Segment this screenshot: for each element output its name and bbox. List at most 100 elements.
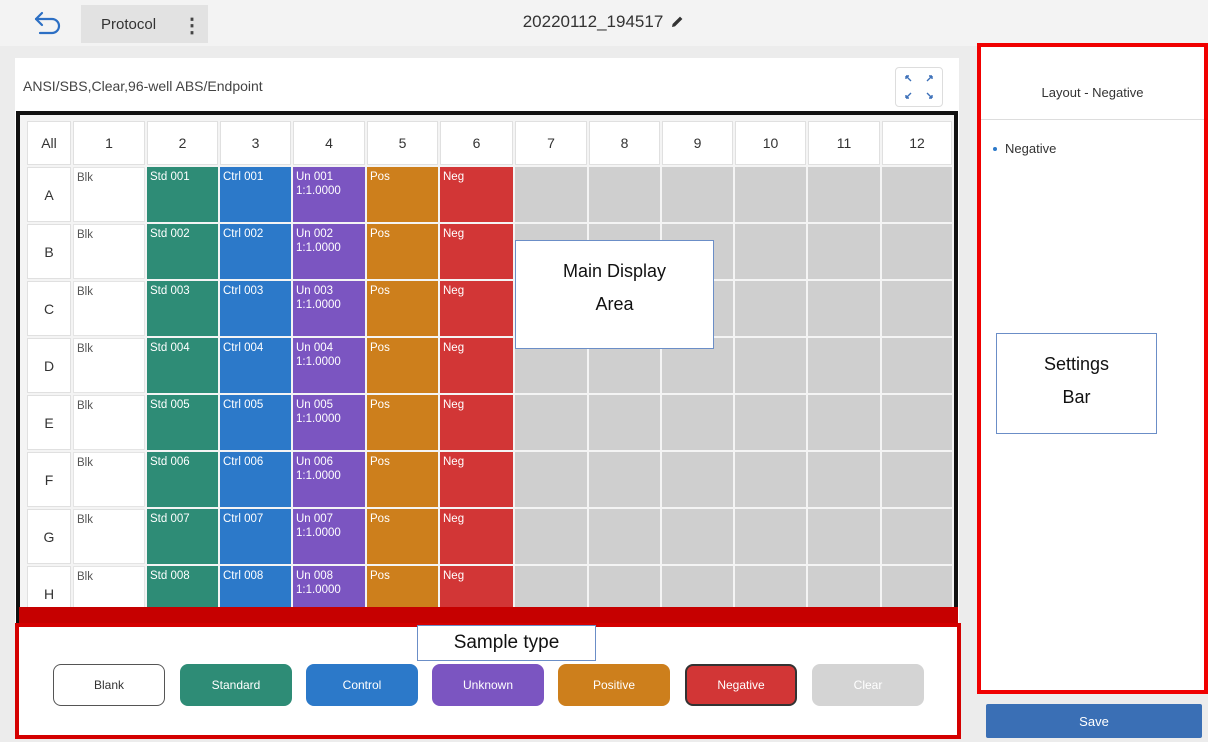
well-C10[interactable]	[735, 281, 806, 336]
well-G10[interactable]	[735, 509, 806, 564]
well-E12[interactable]	[882, 395, 952, 450]
row-header-C[interactable]: C	[27, 281, 71, 336]
column-header-7[interactable]: 7	[515, 121, 587, 165]
well-E1[interactable]: Blk	[73, 395, 145, 450]
save-button[interactable]: Save	[986, 704, 1202, 738]
row-header-A[interactable]: A	[27, 167, 71, 222]
well-E7[interactable]	[515, 395, 587, 450]
column-header-9[interactable]: 9	[662, 121, 733, 165]
well-B2[interactable]: Std 002	[147, 224, 218, 279]
well-F10[interactable]	[735, 452, 806, 507]
well-C11[interactable]	[808, 281, 880, 336]
well-G9[interactable]	[662, 509, 733, 564]
row-header-D[interactable]: D	[27, 338, 71, 393]
column-header-2[interactable]: 2	[147, 121, 218, 165]
well-F4[interactable]: Un 006 1:1.0000	[293, 452, 365, 507]
well-G4[interactable]: Un 007 1:1.0000	[293, 509, 365, 564]
well-F12[interactable]	[882, 452, 952, 507]
well-A5[interactable]: Pos	[367, 167, 438, 222]
well-D2[interactable]: Std 004	[147, 338, 218, 393]
well-D11[interactable]	[808, 338, 880, 393]
well-B10[interactable]	[735, 224, 806, 279]
well-C12[interactable]	[882, 281, 952, 336]
well-D3[interactable]: Ctrl 004	[220, 338, 291, 393]
column-header-5[interactable]: 5	[367, 121, 438, 165]
well-B11[interactable]	[808, 224, 880, 279]
well-E4[interactable]: Un 005 1:1.0000	[293, 395, 365, 450]
well-B1[interactable]: Blk	[73, 224, 145, 279]
well-A6[interactable]: Neg	[440, 167, 513, 222]
well-B12[interactable]	[882, 224, 952, 279]
well-D5[interactable]: Pos	[367, 338, 438, 393]
well-F8[interactable]	[589, 452, 660, 507]
well-G2[interactable]: Std 007	[147, 509, 218, 564]
well-A1[interactable]: Blk	[73, 167, 145, 222]
column-header-1[interactable]: 1	[73, 121, 145, 165]
column-header-8[interactable]: 8	[589, 121, 660, 165]
well-B5[interactable]: Pos	[367, 224, 438, 279]
well-F5[interactable]: Pos	[367, 452, 438, 507]
experiment-name-edit[interactable]: 20220112_194517	[523, 12, 686, 32]
row-header-G[interactable]: G	[27, 509, 71, 564]
well-G7[interactable]	[515, 509, 587, 564]
well-C3[interactable]: Ctrl 003	[220, 281, 291, 336]
well-E5[interactable]: Pos	[367, 395, 438, 450]
well-F1[interactable]: Blk	[73, 452, 145, 507]
well-F3[interactable]: Ctrl 006	[220, 452, 291, 507]
well-B6[interactable]: Neg	[440, 224, 513, 279]
well-A3[interactable]: Ctrl 001	[220, 167, 291, 222]
row-header-E[interactable]: E	[27, 395, 71, 450]
well-G1[interactable]: Blk	[73, 509, 145, 564]
column-header-3[interactable]: 3	[220, 121, 291, 165]
well-A12[interactable]	[882, 167, 952, 222]
well-G12[interactable]	[882, 509, 952, 564]
expand-button[interactable]	[895, 67, 943, 107]
positive-type-button[interactable]: Positive	[558, 664, 670, 706]
column-header-6[interactable]: 6	[440, 121, 513, 165]
well-G3[interactable]: Ctrl 007	[220, 509, 291, 564]
control-type-button[interactable]: Control	[306, 664, 418, 706]
well-A8[interactable]	[589, 167, 660, 222]
well-A7[interactable]	[515, 167, 587, 222]
well-A2[interactable]: Std 001	[147, 167, 218, 222]
well-E3[interactable]: Ctrl 005	[220, 395, 291, 450]
well-F6[interactable]: Neg	[440, 452, 513, 507]
well-E10[interactable]	[735, 395, 806, 450]
well-C6[interactable]: Neg	[440, 281, 513, 336]
well-F9[interactable]	[662, 452, 733, 507]
well-D4[interactable]: Un 004 1:1.0000	[293, 338, 365, 393]
well-A4[interactable]: Un 001 1:1.0000	[293, 167, 365, 222]
standard-type-button[interactable]: Standard	[180, 664, 292, 706]
well-G5[interactable]: Pos	[367, 509, 438, 564]
negative-type-button[interactable]: Negative	[685, 664, 797, 706]
well-E9[interactable]	[662, 395, 733, 450]
settings-item-negative[interactable]: Negative	[993, 141, 1056, 156]
column-header-11[interactable]: 11	[808, 121, 880, 165]
well-B3[interactable]: Ctrl 002	[220, 224, 291, 279]
well-G8[interactable]	[589, 509, 660, 564]
well-F2[interactable]: Std 006	[147, 452, 218, 507]
well-F11[interactable]	[808, 452, 880, 507]
well-G6[interactable]: Neg	[440, 509, 513, 564]
well-C1[interactable]: Blk	[73, 281, 145, 336]
unknown-type-button[interactable]: Unknown	[432, 664, 544, 706]
clear-type-button[interactable]: Clear	[812, 664, 924, 706]
row-header-B[interactable]: B	[27, 224, 71, 279]
column-header-4[interactable]: 4	[293, 121, 365, 165]
well-G11[interactable]	[808, 509, 880, 564]
well-E2[interactable]: Std 005	[147, 395, 218, 450]
well-E6[interactable]: Neg	[440, 395, 513, 450]
well-D12[interactable]	[882, 338, 952, 393]
well-D10[interactable]	[735, 338, 806, 393]
well-B4[interactable]: Un 002 1:1.0000	[293, 224, 365, 279]
well-A10[interactable]	[735, 167, 806, 222]
column-header-12[interactable]: 12	[882, 121, 952, 165]
well-C5[interactable]: Pos	[367, 281, 438, 336]
select-all-button[interactable]: All	[27, 121, 71, 165]
well-F7[interactable]	[515, 452, 587, 507]
well-A9[interactable]	[662, 167, 733, 222]
well-E11[interactable]	[808, 395, 880, 450]
row-header-F[interactable]: F	[27, 452, 71, 507]
well-C4[interactable]: Un 003 1:1.0000	[293, 281, 365, 336]
well-A11[interactable]	[808, 167, 880, 222]
